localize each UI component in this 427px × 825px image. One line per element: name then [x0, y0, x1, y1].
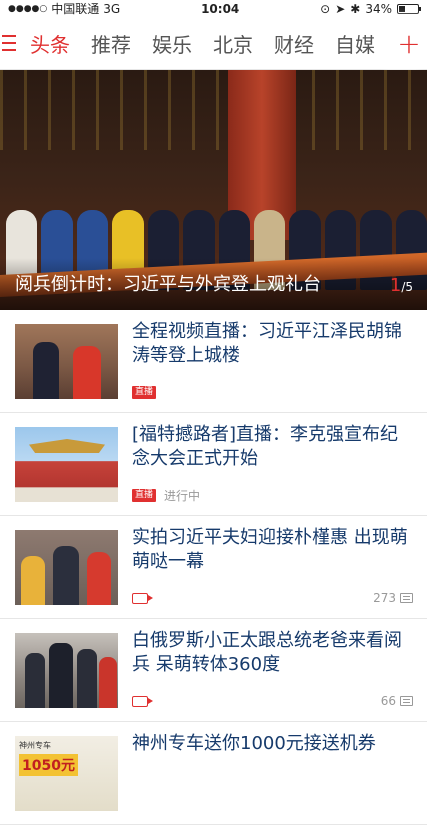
location-icon: ➤: [335, 1, 346, 16]
video-icon: [132, 695, 153, 707]
battery-percent: 34%: [365, 1, 392, 16]
add-channel-button[interactable]: +: [391, 17, 427, 69]
live-badge: 直播: [132, 488, 157, 502]
comment-icon: [400, 593, 413, 603]
status-bar: ●●●●○ 中国联通 3G 10:04 ⊙ ➤ ✱ 34%: [0, 0, 427, 17]
tab-recommend[interactable]: 推荐: [91, 29, 131, 58]
tab-beijing[interactable]: 北京: [213, 29, 253, 58]
list-item[interactable]: 白俄罗斯小正太跟总统老爸来看阅兵 呆萌转体360度 66: [0, 619, 427, 722]
menu-icon[interactable]: [0, 17, 30, 70]
article-thumbnail: [15, 427, 118, 502]
article-title: 实拍习近平夫妇迎接朴槿惠 出现萌萌哒一幕: [132, 527, 408, 572]
article-title: 神州专车送你1000元接送机券: [132, 733, 376, 754]
article-title: 白俄罗斯小正太跟总统老爸来看阅兵 呆萌转体360度: [132, 630, 402, 675]
hero-caption: 阅兵倒计时：习近平与外宾登上观礼台: [15, 274, 321, 295]
comment-count[interactable]: 273: [373, 591, 413, 605]
tab-entertainment[interactable]: 娱乐: [152, 29, 192, 58]
live-badge: 直播: [132, 385, 157, 399]
article-thumbnail: [15, 633, 118, 708]
hero-page-counter: 1/5: [389, 275, 413, 296]
clock: 10:04: [201, 1, 240, 16]
carrier-label: 中国联通: [51, 2, 100, 16]
article-title: [福特撼路者]直播：李克强宣布纪念大会正式开始: [132, 424, 399, 469]
article-thumbnail: [15, 324, 118, 399]
network-label: 3G: [103, 1, 121, 16]
list-item[interactable]: 全程视频直播：习近平江泽民胡锦涛等登上城楼 直播: [0, 310, 427, 413]
article-title: 全程视频直播：习近平江泽民胡锦涛等登上城楼: [132, 321, 402, 366]
bluetooth-icon: ✱: [350, 1, 361, 16]
comment-count[interactable]: 66: [381, 694, 413, 708]
comment-icon: [400, 696, 413, 706]
channel-tabs: 头条 推荐 娱乐 北京 财经 自媒: [30, 29, 427, 58]
battery-icon: [397, 3, 421, 14]
list-item[interactable]: [福特撼路者]直播：李克强宣布纪念大会正式开始 直播 进行中: [0, 413, 427, 516]
article-thumbnail: [15, 530, 118, 605]
news-list: 全程视频直播：习近平江泽民胡锦涛等登上城楼 直播 [福特撼路者]直播：李克强宣布…: [0, 310, 427, 825]
list-item[interactable]: 神州专车 1050元 神州专车送你1000元接送机券: [0, 722, 427, 825]
hero-carousel[interactable]: 阅兵倒计时：习近平与外宾登上观礼台 1/5: [0, 70, 427, 310]
article-thumbnail: 神州专车 1050元: [15, 736, 118, 811]
tab-headlines[interactable]: 头条: [30, 29, 70, 58]
lock-rotation-icon: ⊙: [320, 1, 331, 16]
channel-nav: 头条 推荐 娱乐 北京 财经 自媒 +: [0, 17, 427, 70]
tab-finance[interactable]: 财经: [274, 29, 314, 58]
list-item[interactable]: 实拍习近平夫妇迎接朴槿惠 出现萌萌哒一幕 273: [0, 516, 427, 619]
tab-self-media[interactable]: 自媒: [335, 29, 375, 58]
video-icon: [132, 592, 153, 604]
signal-icon: ●●●●○: [8, 3, 48, 14]
live-status: 进行中: [164, 488, 201, 503]
